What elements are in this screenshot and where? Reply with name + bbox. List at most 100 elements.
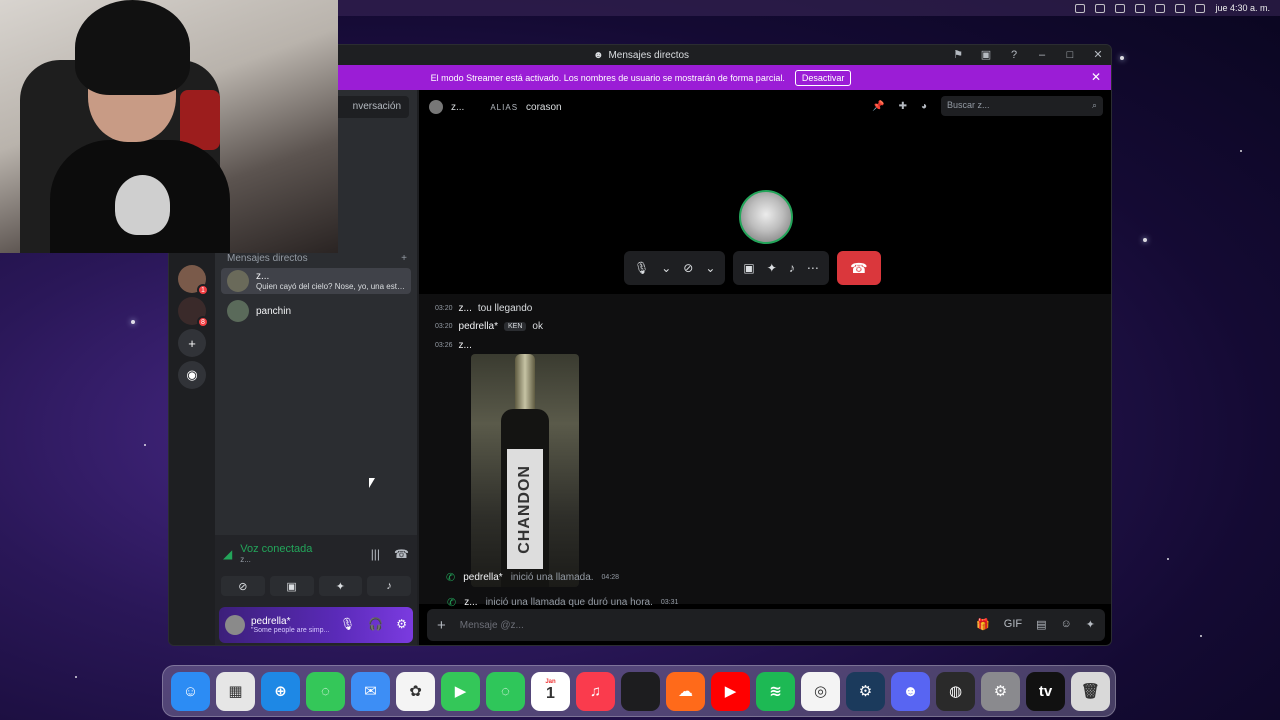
system-message-time: 03:31 [660, 599, 679, 606]
star [1120, 56, 1124, 60]
sticker-icon[interactable]: ▤ [1036, 618, 1046, 631]
add-attachment-icon[interactable]: + [437, 617, 446, 634]
call-participant-avatar[interactable] [739, 190, 793, 244]
finder-icon[interactable]: ☺ [171, 671, 210, 711]
chair-image [180, 90, 220, 150]
server-avatar[interactable]: 1 [178, 265, 209, 296]
apple-tv-icon[interactable]: tv [1026, 671, 1065, 711]
avatar[interactable] [225, 615, 245, 635]
activities-button[interactable]: ✦ [318, 576, 363, 596]
flag-icon[interactable]: ⚑ [951, 48, 965, 61]
soundcloud-icon[interactable]: ☁ [666, 671, 705, 711]
mail-icon[interactable]: ✉ [351, 671, 390, 711]
noise-suppression-icon[interactable]: ||| [371, 547, 380, 561]
maximize-button[interactable]: □ [1063, 49, 1077, 61]
profile-icon[interactable]: ◕ [921, 101, 927, 112]
screen-share-icon[interactable]: ▣ [743, 261, 754, 275]
chrome-icon[interactable]: ◎ [801, 671, 840, 711]
soundboard-icon[interactable]: ♪ [789, 261, 795, 275]
soundboard-button[interactable]: ♪ [367, 576, 411, 596]
dm-item[interactable]: panchin [221, 298, 411, 324]
system-message-text: inició una llamada que duró una hora. [485, 597, 653, 608]
dm-subtitle: Quien cayó del cielo? Nose, yo, una estr… [256, 282, 406, 291]
control-center-icon[interactable] [1195, 3, 1206, 13]
message-author[interactable]: pedrella* [459, 321, 498, 332]
screen-icon[interactable] [1115, 3, 1126, 13]
minimize-button[interactable]: – [1035, 49, 1049, 61]
search-icon[interactable] [1175, 3, 1186, 13]
bottle-image: CHANDON [501, 354, 549, 587]
close-button[interactable]: ✕ [1091, 48, 1105, 61]
close-banner-icon[interactable]: ✕ [1091, 70, 1101, 84]
add-server-icon[interactable]: + [178, 329, 206, 357]
system-message-user[interactable]: z... [464, 597, 477, 608]
header-search-input[interactable]: Buscar z... ⌕ [941, 96, 1103, 116]
user-icon[interactable] [1075, 3, 1086, 13]
server-avatar[interactable]: 8 [178, 297, 209, 328]
image-attachment[interactable]: CHANDON [471, 354, 579, 587]
discord-icon[interactable]: ☻ [891, 671, 930, 711]
obs-icon[interactable]: ◍ [936, 671, 975, 711]
volume-icon[interactable] [1135, 3, 1146, 13]
microphone-icon[interactable]: 🎙 [340, 617, 355, 631]
spotify-icon[interactable]: ≋ [756, 671, 795, 711]
composer-placeholder[interactable]: Mensaje @z... [460, 620, 524, 631]
wifi-icon[interactable] [1155, 3, 1166, 13]
add-dm-icon[interactable]: + [401, 253, 407, 264]
youtube-icon[interactable]: ▶ [711, 671, 750, 711]
end-call-button[interactable]: ☎ [836, 251, 881, 285]
message-author[interactable]: z... [459, 303, 472, 314]
avatar[interactable] [429, 100, 443, 114]
photos-icon[interactable]: ✿ [396, 671, 435, 711]
help-icon[interactable]: ? [1007, 49, 1021, 61]
emoji-icon[interactable]: ☺ [1061, 618, 1072, 631]
avatar [227, 270, 249, 292]
activities-icon[interactable]: ✦ [767, 261, 777, 275]
screen-share-icon[interactable]: ▣ [979, 48, 993, 61]
more-options-icon[interactable]: ⋯ [807, 261, 819, 275]
pin-icon[interactable]: 📌 [872, 101, 884, 112]
gif-icon[interactable]: GIF [1004, 618, 1022, 631]
message: 03:20 z... tou llegando [435, 303, 532, 314]
battery-icon[interactable] [1095, 3, 1106, 13]
chevron-down-icon[interactable]: ⌄ [661, 261, 671, 275]
apple-app-icon[interactable] [621, 671, 660, 711]
deactivate-streamer-button[interactable]: Desactivar [794, 69, 852, 86]
microphone-icon[interactable]: 🎙 [634, 261, 649, 275]
chat-header-name[interactable]: z... [451, 102, 464, 113]
launchpad-icon[interactable]: ▦ [216, 671, 255, 711]
facetime-icon[interactable]: ▶ [441, 671, 480, 711]
screen-share-button[interactable]: ▣ [269, 576, 314, 596]
camera-off-icon[interactable]: ⊘ [683, 261, 693, 275]
apps-icon[interactable]: ✦ [1086, 618, 1095, 631]
calendar-icon[interactable]: Jan 1 [531, 671, 570, 711]
steam-icon[interactable]: ⚙ [846, 671, 885, 711]
gift-icon[interactable]: 🎁 [976, 618, 990, 631]
voice-status[interactable]: Voz conectada [240, 543, 312, 555]
star [1167, 558, 1169, 560]
mouse-cursor [369, 478, 375, 488]
safari-icon[interactable]: ⊕ [261, 671, 300, 711]
messages-icon[interactable]: ◌ [306, 671, 345, 711]
settings-gear-icon[interactable]: ⚙ [396, 617, 407, 631]
explore-icon[interactable]: ◉ [178, 361, 206, 389]
messages-2-icon[interactable]: ◌ [486, 671, 525, 711]
system-message-user[interactable]: pedrella* [463, 572, 502, 583]
call-system-message: ✆ pedrella* inició una llamada. 04:28 [446, 571, 619, 584]
music-icon[interactable]: ♫ [576, 671, 615, 711]
add-friend-icon[interactable]: ✚ [899, 101, 907, 112]
trash-icon[interactable]: 🗑 [1071, 671, 1110, 711]
message-composer[interactable]: + Mensaje @z... 🎁 GIF ▤ ☺ ✦ [427, 609, 1105, 641]
disconnect-icon[interactable]: ☎ [394, 547, 409, 561]
message-author[interactable]: z... [459, 340, 472, 351]
headphones-icon[interactable]: 🎧 [368, 617, 383, 631]
camera-off-button[interactable]: ⊘ [221, 576, 265, 596]
signal-icon: ◢ [223, 546, 233, 561]
clock[interactable]: jue 4:30 a. m. [1215, 3, 1270, 13]
streamer-banner-text: El modo Streamer está activado. Los nomb… [430, 72, 785, 83]
chevron-down-icon[interactable]: ⌄ [705, 261, 715, 275]
system-settings-icon[interactable]: ⚙ [981, 671, 1020, 711]
user-panel[interactable]: pedrella* "Some people are simp... 🎙 🎧 ⚙ [219, 607, 413, 643]
phone-icon: ✆ [447, 597, 457, 609]
dm-item[interactable]: z... Quien cayó del cielo? Nose, yo, una… [221, 268, 411, 294]
